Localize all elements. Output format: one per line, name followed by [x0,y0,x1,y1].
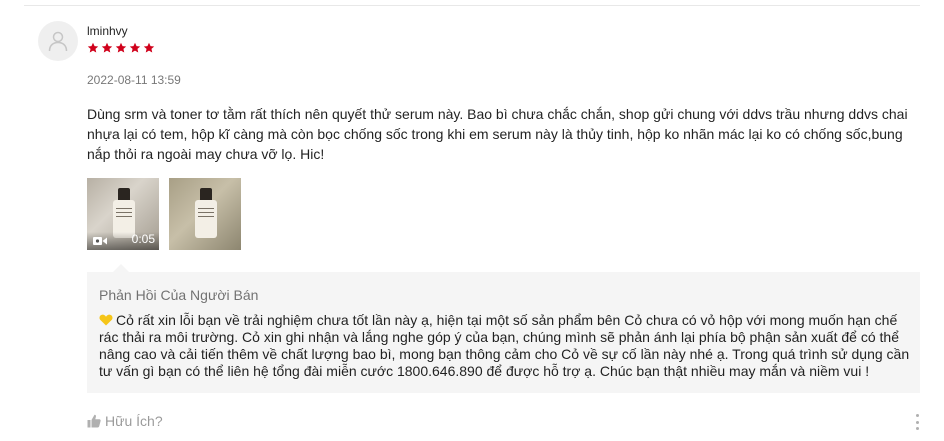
more-options-button[interactable] [913,414,921,430]
bottle-body [195,200,217,238]
helpful-label: Hữu Ích? [105,413,163,429]
rating-stars [87,42,155,54]
star-icon [129,42,141,53]
user-icon [48,31,68,52]
star-icon [115,42,127,53]
bottle-label-line [198,212,214,213]
reviewer-username[interactable]: lminhvy [87,24,128,38]
video-duration: 0:05 [131,232,155,246]
bottle-label-line [198,216,214,217]
top-divider [24,5,920,6]
avatar[interactable] [38,21,78,61]
star-icon [143,42,155,53]
star-icon [87,42,99,53]
review-video-thumbnail[interactable]: 0:05 [87,178,159,250]
review-timestamp: 2022-08-11 13:59 [87,73,181,87]
video-camera-icon [93,237,107,245]
reply-caret [113,264,129,272]
star-icon [101,42,113,53]
review-image-thumbnail[interactable] [169,178,241,250]
seller-reply-text: Cỏ rất xin lỗi bạn về trải nghiệm chưa t… [99,312,910,379]
bottle-label-line [116,216,132,217]
bottle-label-line [116,212,132,213]
seller-reply: Phản Hồi Của Người Bán Cỏ rất xin lỗi bạ… [87,272,920,393]
helpful-button[interactable]: Hữu Ích? [87,413,163,429]
more-vertical-icon-dot [915,427,919,430]
seller-reply-title: Phản Hồi Của Người Bán [99,287,259,303]
bottle-label-line [116,208,132,209]
review-text: Dùng srm và toner tơ tằm rất thích nên q… [87,106,908,162]
thumbs-up-icon [87,414,101,428]
bottle-label-line [198,208,214,209]
yellow-heart-icon [99,314,113,326]
seller-reply-body: Cỏ rất xin lỗi bạn về trải nghiệm chưa t… [99,312,911,380]
more-vertical-icon-dot [915,420,919,424]
more-vertical-icon-dot [915,414,919,417]
